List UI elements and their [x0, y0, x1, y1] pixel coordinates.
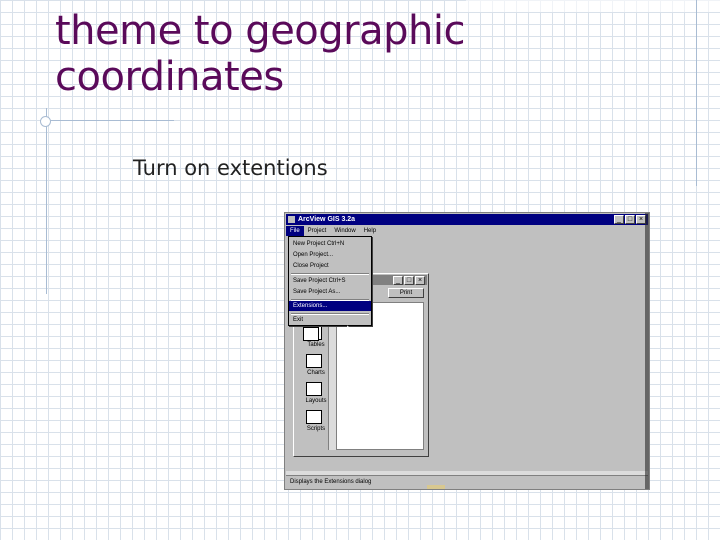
menu-help[interactable]: Help	[360, 226, 380, 236]
scripts-icon[interactable]	[306, 410, 322, 424]
slide-title: theme to geographic coordinates	[55, 8, 465, 100]
menu-item-save-project-as[interactable]: Save Project As...	[289, 287, 371, 297]
right-rule	[696, 0, 697, 186]
arcview-screenshot: ArcView GIS 3.2a _ □ × File Project Wind…	[284, 212, 650, 490]
menu-item-extensions[interactable]: Extensions...	[289, 301, 371, 311]
menu-window[interactable]: Window	[330, 226, 359, 236]
charts-label: Charts	[307, 370, 325, 376]
menubar: File Project Window Help	[286, 226, 648, 236]
minimize-icon[interactable]: _	[614, 215, 624, 224]
desktop-edge	[645, 213, 649, 489]
menu-item-exit[interactable]: Exit	[289, 315, 371, 325]
window-title: ArcView GIS 3.2a	[298, 216, 356, 223]
window-titlebar: ArcView GIS 3.2a _ □ ×	[286, 214, 648, 225]
tables-label: Tables	[307, 342, 325, 348]
menu-item-close-project[interactable]: Close Project	[289, 261, 371, 271]
title-line-1: theme to geographic	[55, 8, 465, 54]
left-rule	[46, 108, 47, 294]
window-controls: _ □ ×	[614, 215, 646, 224]
menu-separator	[291, 273, 369, 275]
project-maximize-icon[interactable]: □	[404, 276, 414, 285]
menu-item-new-project[interactable]: New Project Ctrl+N	[289, 239, 371, 249]
title-line-2: coordinates	[55, 54, 284, 100]
status-bar: Displays the Extensions dialog	[286, 475, 648, 487]
rule-circle-icon	[40, 116, 51, 127]
bullet-text: Turn on extentions	[133, 156, 328, 180]
project-close-icon[interactable]: ×	[415, 276, 425, 285]
file-menu-dropdown: New Project Ctrl+N Open Project... Close…	[288, 236, 372, 336]
print-button[interactable]: Print	[388, 288, 424, 298]
project-minimize-icon[interactable]: _	[393, 276, 403, 285]
charts-icon[interactable]	[306, 354, 322, 368]
menu-item-save-project[interactable]: Save Project Ctrl+S	[289, 276, 371, 286]
header-band	[466, 0, 720, 12]
menu-project[interactable]: Project	[304, 226, 331, 236]
layouts-icon[interactable]	[306, 382, 322, 396]
scripts-label: Scripts	[306, 426, 326, 432]
maximize-icon[interactable]: □	[625, 215, 635, 224]
layouts-label: Layouts	[305, 398, 327, 404]
project-window-controls: _ □ ×	[393, 276, 425, 285]
arcview-app-icon	[288, 216, 295, 223]
menu-item-open-project[interactable]: Open Project...	[289, 250, 371, 260]
taskbar-fragment	[427, 485, 445, 489]
menu-file[interactable]: File	[286, 226, 304, 236]
project-icon[interactable]	[303, 327, 319, 341]
title-underline	[40, 120, 174, 121]
